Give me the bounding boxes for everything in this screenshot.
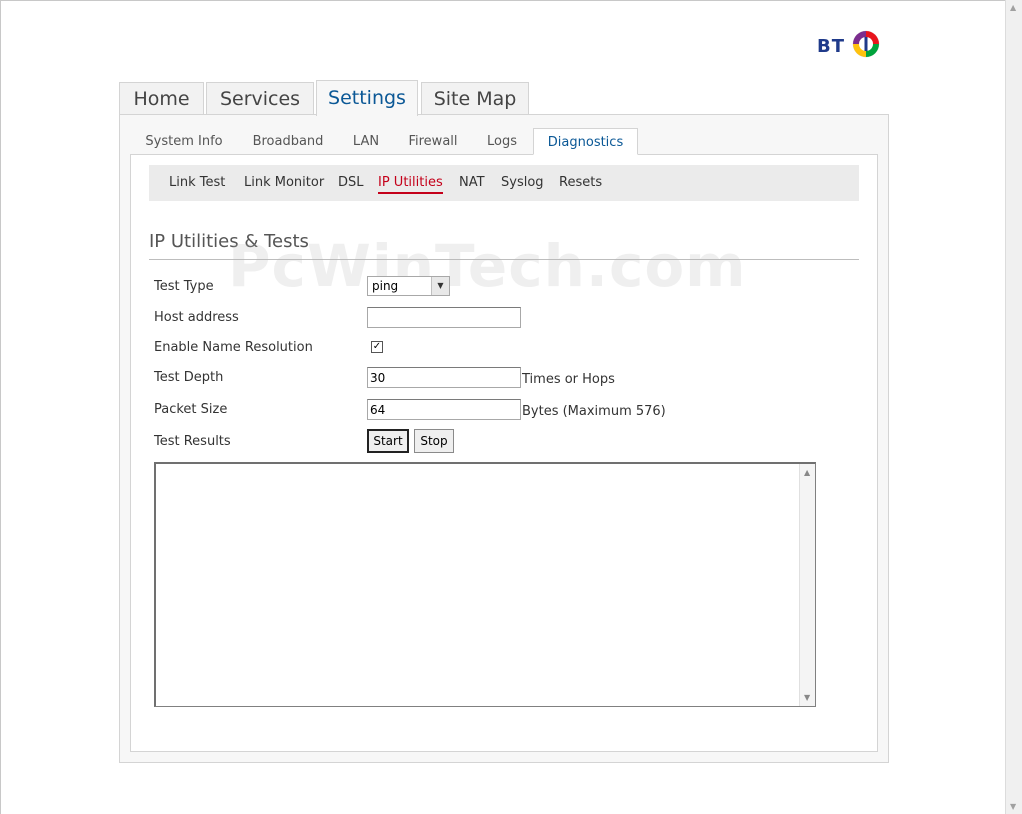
subtab-system-info[interactable]: System Info [136,128,232,155]
test-type-label: Test Type [154,279,214,294]
bt-logo[interactable]: BT [817,29,883,63]
tab-home[interactable]: Home [119,82,204,114]
test-type-select[interactable]: ping ▼ [367,276,450,296]
window-scrollbar[interactable]: ▲ ▼ [1005,0,1022,814]
subtab-logs[interactable]: Logs [478,128,526,155]
packet-size-label: Packet Size [154,402,228,417]
nav-resets[interactable]: Resets [559,175,602,191]
test-results-label: Test Results [154,434,231,449]
scroll-up-arrow-icon[interactable]: ▲ [1010,3,1016,12]
watermark: PcWinTech.com [228,232,747,300]
packet-size-suffix: Bytes (Maximum 576) [522,404,666,419]
host-address-input[interactable] [367,307,521,328]
test-results-output[interactable]: ▲ ▼ [154,462,816,707]
test-depth-label: Test Depth [154,370,224,385]
nav-link-test[interactable]: Link Test [169,175,225,191]
tab-settings[interactable]: Settings [316,80,418,116]
scroll-up-arrow-icon[interactable]: ▲ [804,468,810,477]
start-button[interactable]: Start [367,429,409,453]
packet-size-input[interactable] [367,399,521,420]
scroll-down-arrow-icon[interactable]: ▼ [1010,802,1016,811]
test-type-value: ping [372,279,399,293]
nav-syslog[interactable]: Syslog [501,175,544,191]
name-resolution-label: Enable Name Resolution [154,340,313,355]
nav-ip-utilities[interactable]: IP Utilities [378,175,443,194]
results-scrollbar[interactable]: ▲ ▼ [799,464,815,706]
subtab-lan[interactable]: LAN [344,128,388,155]
logo-text: BT [817,36,845,57]
stop-button[interactable]: Stop [414,429,454,453]
tab-site-map[interactable]: Site Map [421,82,529,114]
tab-services[interactable]: Services [206,82,314,114]
scroll-down-arrow-icon[interactable]: ▼ [804,693,810,702]
window-border-top [0,0,1022,1]
bt-globe-icon [852,30,880,58]
nav-nat[interactable]: NAT [459,175,485,191]
host-address-label: Host address [154,310,239,325]
chevron-down-icon[interactable]: ▼ [431,277,449,295]
name-resolution-checkbox[interactable]: ✓ [371,341,383,353]
window-border-left [0,0,1,814]
nav-link-monitor[interactable]: Link Monitor [244,175,324,191]
subtab-firewall[interactable]: Firewall [400,128,466,155]
test-depth-suffix: Times or Hops [522,372,615,387]
nav-dsl[interactable]: DSL [338,175,364,191]
subtab-diagnostics[interactable]: Diagnostics [533,128,638,155]
test-depth-input[interactable] [367,367,521,388]
subtab-broadband[interactable]: Broadband [244,128,332,155]
